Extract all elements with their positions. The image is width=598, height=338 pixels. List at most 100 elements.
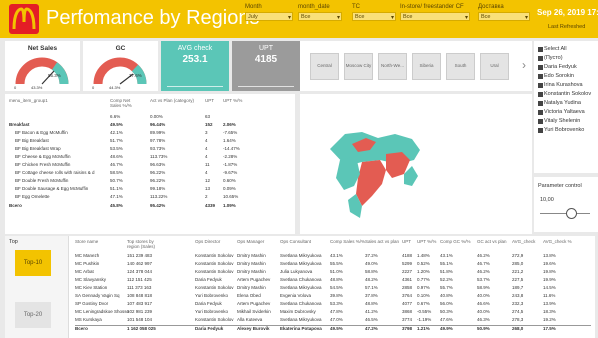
russia-map[interactable] [300,94,532,234]
upt-label: UPT [259,45,273,52]
russia-map-svg[interactable] [300,94,532,234]
table-cell: -2.28% [223,154,238,159]
table-cell: 46.7% [477,261,490,266]
top-20-button[interactable]: Top-20 [15,302,51,328]
table-cell: 40.8% [440,293,453,298]
table-cell: 13.9% [543,301,556,306]
table-row[interactable]: MC Leningradskoe Shosse 102 981 239 Yuri B… [75,309,591,315]
filter-delivery-dropdown[interactable]: Все [478,12,530,21]
slicer-item[interactable]: Natalya Yudina [534,99,598,108]
table-cell: 54.5% [330,285,343,290]
slicer-item[interactable]: Daria Fedyuk [534,63,598,72]
table-cell: BF Double Fresh McMuffin [15,178,69,183]
table-cell: 2 [205,194,208,199]
table-cell: 97.78% [150,138,166,143]
table-row[interactable]: MC Arbat 124 378 044 Konstantin Sokolov Dmi… [75,269,591,275]
filter-delivery[interactable]: Доставка Все [478,4,530,21]
table-cell: Alexey Burovik [237,326,270,331]
checkbox-icon[interactable] [538,101,543,106]
table-cell: 49.0% [365,261,378,266]
slicer-select-all[interactable]: Select All [534,45,598,54]
table-cell: 46.2% [477,269,490,274]
checkbox-icon[interactable] [538,83,543,88]
filter-month-dropdown[interactable]: July [245,12,293,21]
filter-delivery-label: Доставка [478,4,504,10]
table-row[interactable]: MC Pushkin 140 462 997 Konstantin Sokolov D… [75,261,591,267]
slicer-item[interactable]: Irina Kurashova [534,81,598,90]
checkbox-icon[interactable] [538,119,543,124]
filter-month-date[interactable]: month_date Все [298,4,342,21]
region-button-ural[interactable]: Ural [480,53,509,80]
table-cell: MC Slavyansky [75,277,107,282]
table-row[interactable]: MC Kiev Station 111 373 163 Konstantin Sok… [75,285,591,291]
filter-month-date-dropdown[interactable]: Все [298,12,342,21]
table-row[interactable]: SP Gostiny Dvor 107 483 917 Daria Fedyuk Ar… [75,301,591,307]
table-row[interactable]: MC Slavyansky 112 151 425 Daria Fedyuk Arte… [75,277,591,283]
checkbox-icon[interactable] [538,128,543,133]
table-cell: 48.8% [330,277,343,282]
table-cell: 5299 [402,261,413,266]
table-cell: 4077 [402,301,413,306]
table-row[interactable]: SA Gennady Vagin Sq 108 848 818 Yuri Bobro… [75,293,591,299]
table-cell: Yuri Bobrovenko [195,293,229,298]
table-cell: Alla Kuteeva [237,317,263,322]
slicer-item[interactable]: Yuri Bobrovenko [534,126,598,135]
table-cell: 3764 [402,293,413,298]
table-cell: 51.8% [440,269,453,274]
table-cell: 227,5 [512,277,524,282]
filter-instore-dropdown[interactable]: Все [400,12,470,21]
table-cell: 37.8% [365,293,378,298]
slicer-item[interactable]: Victoria Yaltaeva [534,108,598,117]
table-cell: BF Egg Omelette [15,194,50,199]
chevron-right-icon[interactable]: › [522,58,526,72]
checkbox-icon[interactable] [538,56,543,61]
table-cell: 1.21% [417,326,430,331]
table-cell: 11.6% [543,293,556,298]
region-button-moscow-city[interactable]: Moscow City [344,53,373,80]
table-cell: 285,0 [512,261,524,266]
table-cell: 19.8% [543,269,556,274]
filter-tc[interactable]: TC Все [352,4,396,21]
gc-min: 0 [92,85,95,90]
slicer-item[interactable]: Konstantin Sokolov [534,90,598,99]
table-cell: BF Chicken Fresh McMuffin [15,162,71,167]
filter-instore[interactable]: In-store/ freestander CF Все [400,4,470,21]
table-cell: -1.87% [223,162,238,167]
slicer-item[interactable]: (Пусто) [534,54,598,63]
gc-gauge-value: 37.6% [129,73,142,78]
table-cell: 151 239 483 [127,253,153,258]
parameter-slider-track[interactable] [540,213,590,214]
parameter-slider-handle[interactable] [566,208,577,219]
table-cell: 89.99% [150,130,166,135]
table-cell: 0.09% [223,186,236,191]
checkbox-icon[interactable] [538,47,543,52]
region-button-south[interactable]: South [446,53,475,80]
table-row[interactable]: Всего 1 162 058 025 Daria Fedyuk Alexey Bur… [75,325,591,331]
filter-tc-dropdown[interactable]: Все [352,12,396,21]
table-cell: 96.63% [150,162,166,167]
table-cell: 96.44% [150,122,166,127]
top-selector: Top Top-10 Top-20 [5,236,69,338]
checkbox-icon[interactable] [538,110,543,115]
table-cell: 47.1% [110,194,123,199]
region-button-central[interactable]: Central [310,53,339,80]
region-button-siberia[interactable]: Siberia [412,53,441,80]
table-cell: BF Big Breakfast Wrap [15,146,61,151]
table-row[interactable]: MC Manezh 151 239 483 Konstantin Sokolov Dm… [75,253,591,259]
table-cell: 37.2% [365,253,378,258]
slicer-item[interactable]: Vitaly Shelenin [534,117,598,126]
checkbox-icon[interactable] [538,92,543,97]
table-row[interactable]: MS Kurskaya 101 548 104 Konstantin Sokolov… [75,317,591,323]
region-button-north-west[interactable]: North-We... [378,53,407,80]
table-cell: 48.6% [110,154,123,159]
filter-month[interactable]: Month July [245,4,293,21]
table-cell: 0.52% [417,261,430,266]
top-10-button[interactable]: Top-10 [15,250,51,276]
table-cell: 4 [205,170,208,175]
table-cell: 108 848 818 [127,293,153,298]
checkbox-icon[interactable] [538,74,543,79]
table-cell: 96.22% [150,178,166,183]
table-cell: 49.5% [110,122,123,127]
checkbox-icon[interactable] [538,65,543,70]
slicer-item[interactable]: Edo Sorokin [534,72,598,81]
